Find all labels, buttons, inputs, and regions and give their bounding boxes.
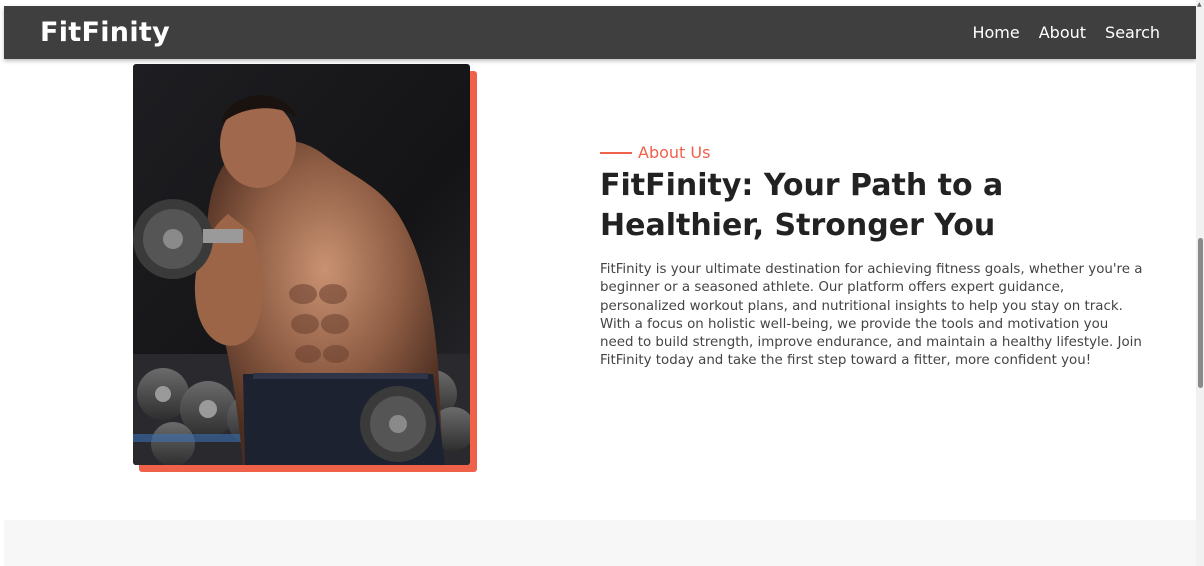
- next-section: [4, 520, 1196, 566]
- about-title: FitFinity: Your Path to a Healthier, Str…: [600, 168, 1004, 243]
- about-description: FitFinity is your ultimate destination f…: [600, 262, 1143, 369]
- nav-links: Home About Search: [972, 23, 1160, 42]
- about-eyebrow: About Us: [600, 143, 710, 162]
- nav-link-home[interactable]: Home: [972, 23, 1019, 42]
- about-eyebrow-label: About Us: [638, 143, 711, 162]
- navbar: FitFinity Home About Search: [4, 6, 1196, 59]
- nav-link-about[interactable]: About: [1039, 23, 1086, 42]
- scrollbar-thumb[interactable]: [1198, 238, 1203, 388]
- scroll-up-arrow-icon[interactable]: ▲: [1197, 2, 1203, 8]
- page: FitFinity Home About Search About Us Fit…: [0, 0, 1204, 566]
- eyebrow-divider: [600, 151, 632, 154]
- about-image: [133, 64, 470, 465]
- nav-link-search[interactable]: Search: [1105, 23, 1160, 42]
- brand-logo[interactable]: FitFinity: [40, 17, 170, 48]
